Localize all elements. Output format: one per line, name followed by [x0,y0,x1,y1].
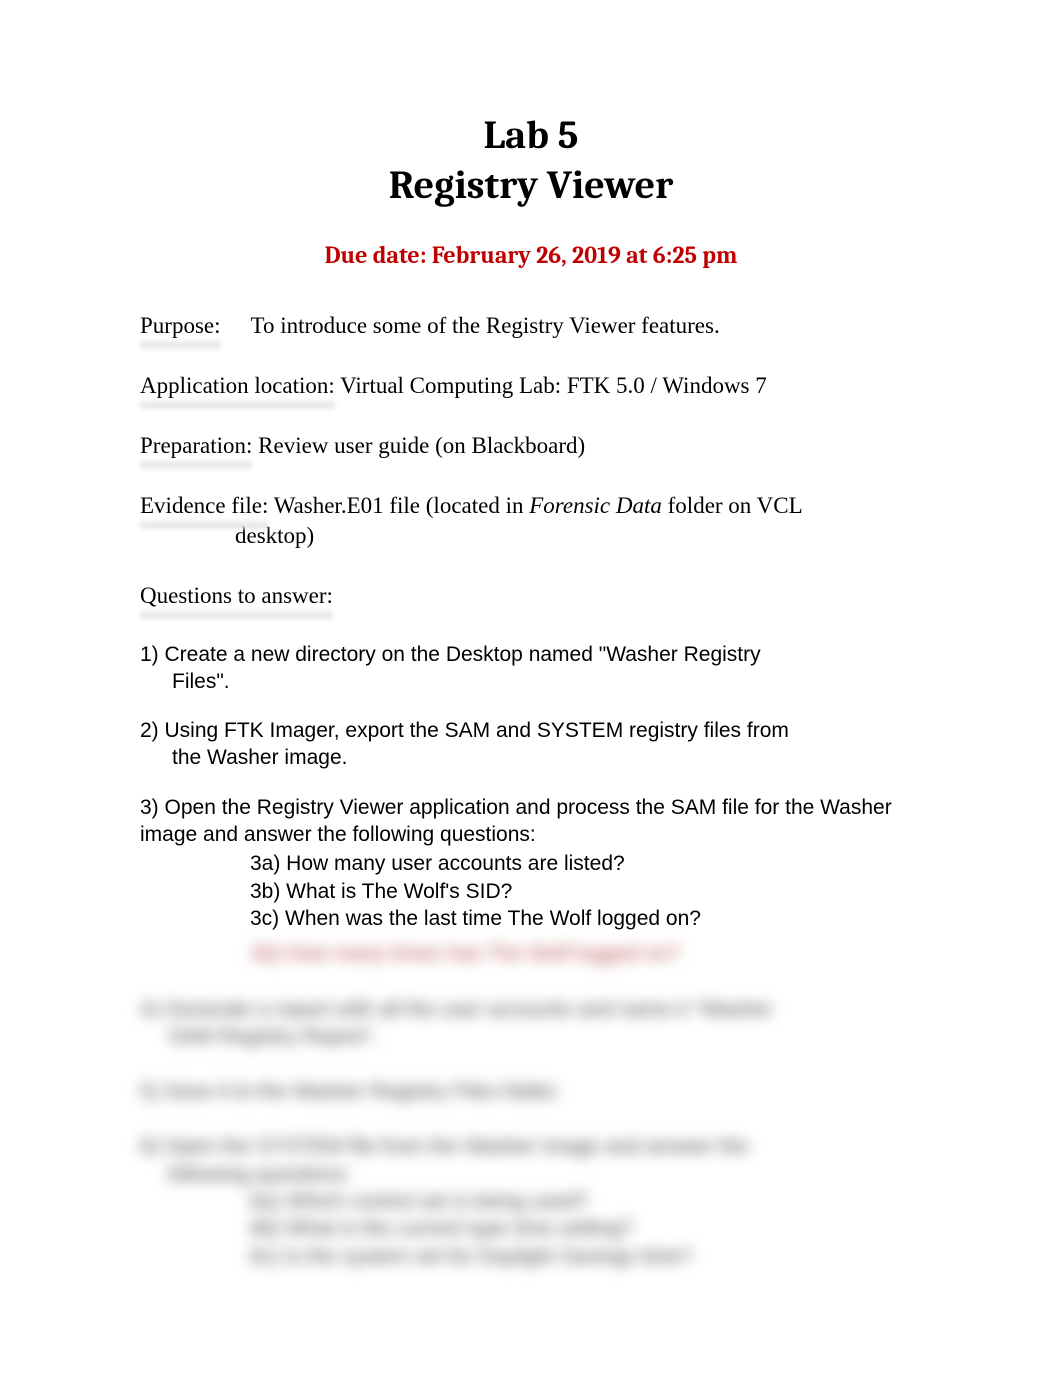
document-title: Lab 5 Registry Viewer [140,110,922,210]
application-text: Virtual Computing Lab: FTK 5.0 / Windows… [335,373,767,398]
purpose-label: Purpose: [140,311,221,341]
q3-sub-questions: 3a) How many user accounts are listed? 3… [250,850,922,932]
q3b: 3b) What is The Wolf's SID? [250,878,922,905]
evidence-label: Evidence file: [140,491,268,521]
preparation-text: Review user guide (on Blackboard) [252,433,585,458]
question-1: 1) Create a new directory on the Desktop… [140,641,922,696]
evidence-text-before: Washer.E01 file (located in [268,493,529,518]
purpose-section: Purpose: To introduce some of the Regist… [140,311,922,341]
blurred-q6b: following questions: [168,1161,922,1188]
q2-text-b: the Washer image. [172,744,922,771]
q3-text: 3) Open the Registry Viewer application … [140,794,922,849]
questions-label: Questions to answer: [140,581,333,611]
title-line-2: Registry Viewer [140,160,922,210]
application-label: Application location: [140,371,335,401]
question-3: 3) Open the Registry Viewer application … [140,794,922,932]
blurred-q3d: 3d) How many times has The Wolf logged o… [250,940,922,967]
blurred-q4: 4) Generate a report with all the user a… [140,996,922,1051]
blurred-q6c: 6a) Which control set is being used? [250,1188,922,1215]
blurred-q5: 5) Save it to the Washer Registry Files … [140,1078,922,1105]
purpose-text: To introduce some of the Registry Viewer… [251,311,720,341]
q2-text: 2) Using FTK Imager, export the SAM and … [140,717,922,744]
q1-text: 1) Create a new directory on the Desktop… [140,641,922,668]
blurred-q6a: 6) Open the SYSTEM file from the Washer … [140,1133,922,1160]
question-2: 2) Using FTK Imager, export the SAM and … [140,717,922,772]
evidence-text-after: folder on VCL [662,493,803,518]
evidence-section: Evidence file: Washer.E01 file (located … [140,491,922,551]
due-date: Due date: February 26, 2019 at 6:25 pm [140,240,922,271]
blurred-q6d: 6b) What is the current type time settin… [250,1215,922,1242]
blurred-q6: 6) Open the SYSTEM file from the Washer … [140,1133,922,1269]
q3c: 3c) When was the last time The Wolf logg… [250,905,922,932]
title-line-1: Lab 5 [140,110,922,160]
q3a: 3a) How many user accounts are listed? [250,850,922,877]
questions-header: Questions to answer: [140,581,922,611]
blurred-content: 3d) How many times has The Wolf logged o… [140,940,922,1270]
blurred-q6e: 6c) Is the system set for Daylight Savin… [250,1243,922,1270]
evidence-italic: Forensic Data [529,493,662,518]
blurred-q4b: SAM Registry Report". [168,1023,922,1050]
preparation-label: Preparation: [140,431,252,461]
blurred-q4a: 4) Generate a report with all the user a… [140,996,922,1023]
q1-text-b: Files". [172,668,922,695]
evidence-line2: desktop) [235,521,922,551]
preparation-section: Preparation: Review user guide (on Black… [140,431,922,461]
application-section: Application location: Virtual Computing … [140,371,922,401]
